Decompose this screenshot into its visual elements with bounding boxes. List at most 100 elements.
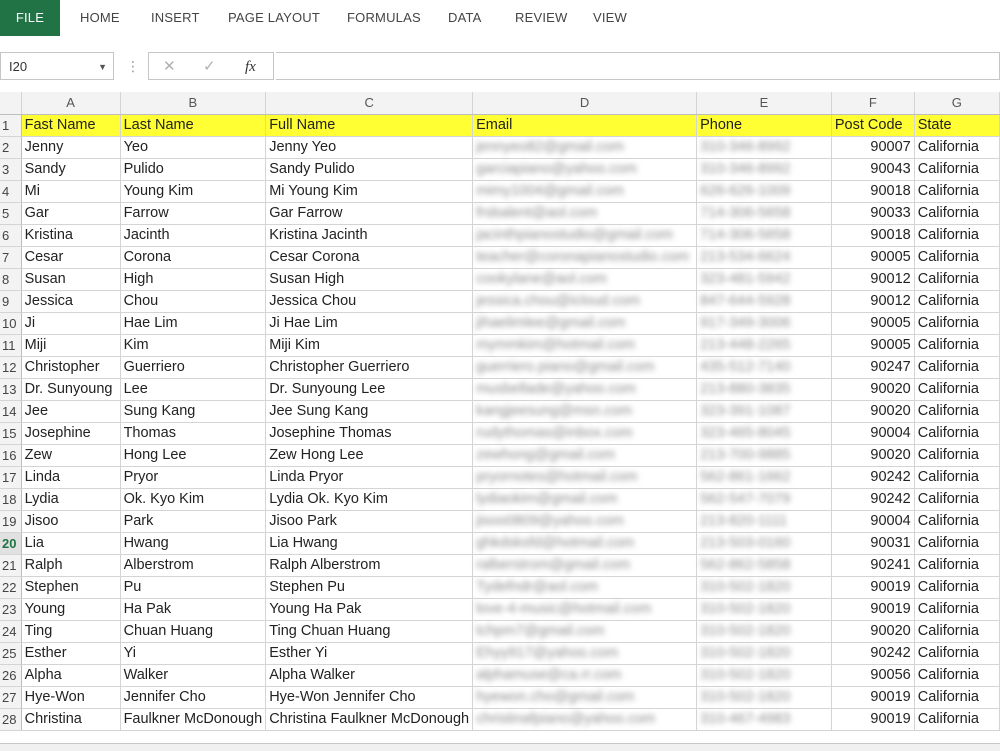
first-name-cell[interactable]: Jee: [21, 400, 121, 423]
full-name-cell[interactable]: Josephine Thomas: [265, 422, 474, 445]
post-code-cell[interactable]: 90020: [831, 620, 915, 643]
post-code-cell[interactable]: 90018: [831, 224, 915, 247]
column-header[interactable]: E: [696, 92, 832, 115]
chevron-down-icon[interactable]: ▼: [98, 53, 107, 81]
post-code-cell[interactable]: 90012: [831, 268, 915, 291]
phone-cell[interactable]: 310-346-8992: [696, 136, 832, 159]
state-cell[interactable]: California: [914, 708, 1000, 731]
full-name-cell[interactable]: Jisoo Park: [265, 510, 474, 533]
phone-cell[interactable]: 310-502-1820: [696, 686, 832, 709]
last-name-cell[interactable]: Farrow: [120, 202, 267, 225]
email-cell[interactable]: rudythomas@inbox.com: [472, 422, 698, 445]
row-number[interactable]: 18: [0, 488, 22, 511]
column-header[interactable]: B: [120, 92, 267, 115]
post-code-cell[interactable]: 90007: [831, 136, 915, 159]
first-name-cell[interactable]: Mi: [21, 180, 121, 203]
full-name-cell[interactable]: Sandy Pulido: [265, 158, 474, 181]
phone-cell[interactable]: 714-306-5658: [696, 224, 832, 247]
last-name-cell[interactable]: Park: [120, 510, 267, 533]
row-number[interactable]: 9: [0, 290, 22, 313]
first-name-cell[interactable]: Ting: [21, 620, 121, 643]
column-header[interactable]: G: [914, 92, 1000, 115]
state-cell[interactable]: California: [914, 444, 1000, 467]
first-name-cell[interactable]: Josephine: [21, 422, 121, 445]
first-name-cell[interactable]: Susan: [21, 268, 121, 291]
full-name-cell[interactable]: Miji Kim: [265, 334, 474, 357]
email-cell[interactable]: zewhong@gmail.com: [472, 444, 698, 467]
full-name-cell[interactable]: Linda Pryor: [265, 466, 474, 489]
email-cell[interactable]: musbellade@yahoo.com: [472, 378, 698, 401]
row-number[interactable]: 12: [0, 356, 22, 379]
full-name-cell[interactable]: Ji Hae Lim: [265, 312, 474, 335]
full-name-cell[interactable]: Jee Sung Kang: [265, 400, 474, 423]
column-header[interactable]: A: [21, 92, 121, 115]
post-code-cell[interactable]: 90020: [831, 444, 915, 467]
row-number[interactable]: 28: [0, 708, 22, 731]
full-name-cell[interactable]: Stephen Pu: [265, 576, 474, 599]
state-cell[interactable]: California: [914, 224, 1000, 247]
last-name-cell[interactable]: Yi: [120, 642, 267, 665]
email-cell[interactable]: kangjeesung@msn.com: [472, 400, 698, 423]
phone-cell[interactable]: 626-626-1009: [696, 180, 832, 203]
phone-cell[interactable]: 213-880-3835: [696, 378, 832, 401]
email-cell[interactable]: hyewon.cho@gmail.com: [472, 686, 698, 709]
phone-cell[interactable]: 310-467-4983: [696, 708, 832, 731]
post-code-cell[interactable]: 90247: [831, 356, 915, 379]
email-cell[interactable]: garciapiano@yahoo.com: [472, 158, 698, 181]
row-number[interactable]: 17: [0, 466, 22, 489]
cancel-icon[interactable]: ✕: [163, 53, 176, 81]
full-name-cell[interactable]: Ting Chuan Huang: [265, 620, 474, 643]
state-cell[interactable]: California: [914, 378, 1000, 401]
header-cell[interactable]: Fast Name: [21, 114, 121, 137]
post-code-cell[interactable]: 90241: [831, 554, 915, 577]
email-cell[interactable]: jessica.chou@icloud.com: [472, 290, 698, 313]
email-cell[interactable]: pryornotes@hotmail.com: [472, 466, 698, 489]
state-cell[interactable]: California: [914, 334, 1000, 357]
phone-cell[interactable]: 213-503-0160: [696, 532, 832, 555]
last-name-cell[interactable]: Pu: [120, 576, 267, 599]
row-number[interactable]: 7: [0, 246, 22, 269]
state-cell[interactable]: California: [914, 664, 1000, 687]
header-cell[interactable]: Email: [472, 114, 698, 137]
post-code-cell[interactable]: 90019: [831, 686, 915, 709]
post-code-cell[interactable]: 90005: [831, 246, 915, 269]
last-name-cell[interactable]: Corona: [120, 246, 267, 269]
first-name-cell[interactable]: Miji: [21, 334, 121, 357]
last-name-cell[interactable]: High: [120, 268, 267, 291]
last-name-cell[interactable]: Kim: [120, 334, 267, 357]
phone-cell[interactable]: 310-502-1820: [696, 598, 832, 621]
first-name-cell[interactable]: Jenny: [21, 136, 121, 159]
post-code-cell[interactable]: 90018: [831, 180, 915, 203]
last-name-cell[interactable]: Hwang: [120, 532, 267, 555]
email-cell[interactable]: tchpm7@gmail.com: [472, 620, 698, 643]
state-cell[interactable]: California: [914, 158, 1000, 181]
phone-cell[interactable]: 562-861-1662: [696, 466, 832, 489]
email-cell[interactable]: ghkdsksfd@hotmail.com: [472, 532, 698, 555]
row-number[interactable]: 4: [0, 180, 22, 203]
email-cell[interactable]: jisoo0809@yahoo.com: [472, 510, 698, 533]
first-name-cell[interactable]: Jessica: [21, 290, 121, 313]
email-cell[interactable]: cookylane@aol.com: [472, 268, 698, 291]
tab-file[interactable]: FILE: [0, 0, 60, 36]
phone-cell[interactable]: 213-820-1111: [696, 510, 832, 533]
row-number[interactable]: 21: [0, 554, 22, 577]
row-number[interactable]: 13: [0, 378, 22, 401]
email-cell[interactable]: jihaelimlee@gmail.com: [472, 312, 698, 335]
email-cell[interactable]: christinafpiano@yahoo.com: [472, 708, 698, 731]
header-cell[interactable]: Full Name: [265, 114, 474, 137]
phone-cell[interactable]: 310-346-8992: [696, 158, 832, 181]
tab-home[interactable]: HOME: [80, 0, 120, 36]
full-name-cell[interactable]: Zew Hong Lee: [265, 444, 474, 467]
first-name-cell[interactable]: Lia: [21, 532, 121, 555]
post-code-cell[interactable]: 90004: [831, 422, 915, 445]
email-cell[interactable]: jennyeo82@gmail.com: [472, 136, 698, 159]
first-name-cell[interactable]: Stephen: [21, 576, 121, 599]
full-name-cell[interactable]: Alpha Walker: [265, 664, 474, 687]
email-cell[interactable]: mymmkim@hotmail.com: [472, 334, 698, 357]
row-number[interactable]: 8: [0, 268, 22, 291]
full-name-cell[interactable]: Young Ha Pak: [265, 598, 474, 621]
full-name-cell[interactable]: Mi Young Kim: [265, 180, 474, 203]
first-name-cell[interactable]: Sandy: [21, 158, 121, 181]
last-name-cell[interactable]: Yeo: [120, 136, 267, 159]
name-box[interactable]: I20 ▼: [0, 52, 114, 80]
